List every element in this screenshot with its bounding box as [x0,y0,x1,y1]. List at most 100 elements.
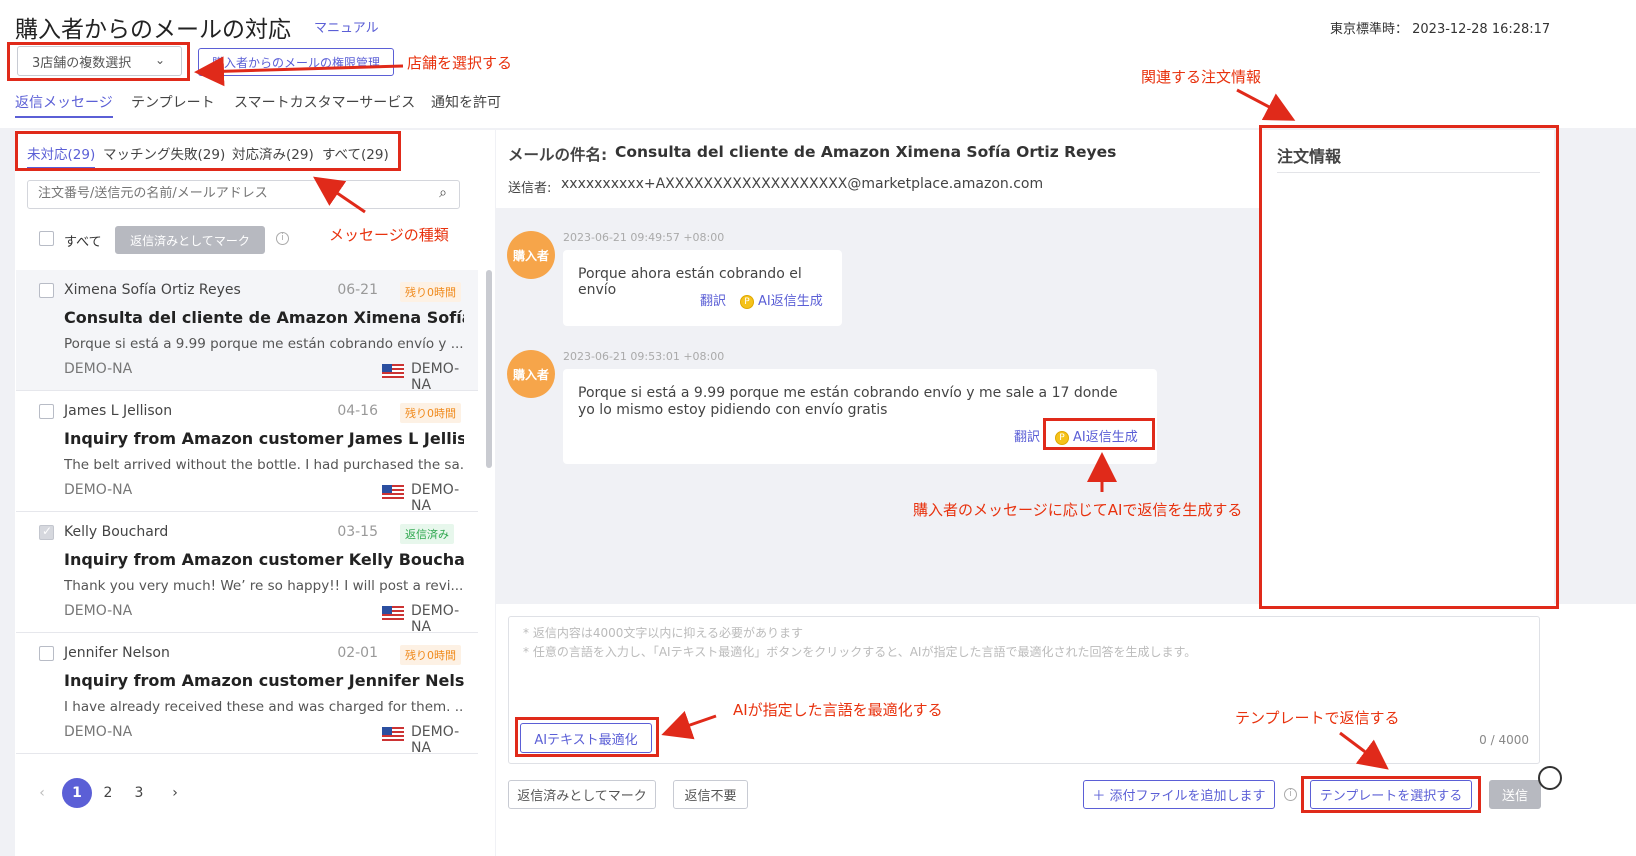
store-select[interactable]: 3店舗の複数選択 ⌄ [17,46,182,76]
list-item[interactable]: Kelly Bouchard 03-15 返信済み Inquiry from A… [16,512,478,635]
coin-icon: P [740,294,754,309]
translate-link[interactable]: 翻訳 [700,290,726,309]
chevron-down-icon: ⌄ [154,53,165,67]
item-store: DEMO-NA [64,482,133,498]
item-sender: Jennifer Nelson [64,645,170,661]
item-subject: Inquiry from Amazon customer Kelly Bouch… [64,550,464,569]
reply-hint-limit: * 返信内容は4000文字以内に抑える必要があります [523,626,803,640]
annotation-related-order: 関連する注文情報 [1141,68,1262,86]
info-icon[interactable]: i [1284,788,1297,801]
ai-optimize-button[interactable]: AIテキスト最適化 [520,723,652,753]
annotation-store-select: 店舗を選択する [407,54,513,72]
annotation-message-types: メッセージの種類 [329,226,449,244]
filter-all[interactable]: すべて(29) [322,143,389,163]
ai-reply-label: AI返信生成 [758,294,823,309]
item-preview: The belt arrived without the bottle. I h… [64,457,464,473]
item-subject: Consulta del cliente de Amazon Ximena So… [64,308,464,327]
tab-reply-messages[interactable]: 返信メッセージ [15,92,113,118]
tab-smart-cs[interactable]: スマートカスタマーサービス [234,92,415,112]
us-flag-icon [382,606,404,620]
list-scrollbar[interactable] [486,270,492,468]
pagination-next[interactable]: › [160,778,190,808]
status-badge: 残り0時間 [400,282,461,302]
avatar: 購入者 [507,231,555,279]
message-time: 2023-06-21 09:53:01 +08:00 [563,350,725,363]
status-badge: 残り0時間 [400,645,461,665]
item-region: DEMO-NA [411,603,460,635]
item-preview: Porque si está a 9.99 porque me están co… [64,336,464,352]
list-item[interactable]: Ximena Sofía Ortiz Reyes 06-21 残り0時間 Con… [16,270,478,393]
pagination-page-3[interactable]: 3 [124,778,154,808]
filter-match-failed[interactable]: マッチング失敗(29) [103,143,225,163]
manual-link[interactable]: マニュアル [314,17,379,36]
search-input[interactable] [38,186,418,201]
coin-icon: P [1055,430,1069,445]
item-date: 06-21 [337,282,378,298]
annotation-ai-generate: 購入者のメッセージに応じてAIで返信を生成する [913,501,1243,519]
send-button[interactable]: 送信 [1489,780,1541,809]
no-reply-button[interactable]: 返信不要 [673,780,748,809]
item-region: DEMO-NA [411,361,460,393]
annotation-ai-optimize: AIが指定した言語を最適化する [733,701,943,719]
char-counter: 0 / 4000 [1479,733,1529,747]
item-date: 03-15 [337,524,378,540]
item-region: DEMO-NA [411,724,460,756]
tab-templates[interactable]: テンプレート [131,92,215,112]
message-bubble: Porque si está a 9.99 porque me están co… [563,369,1157,464]
ai-reply-link[interactable]: P AI返信生成 [1055,426,1138,445]
status-badge: 残り0時間 [400,403,461,423]
item-date: 02-01 [337,645,378,661]
pagination-page-2[interactable]: 2 [93,778,123,808]
divider [1277,172,1540,173]
item-store: DEMO-NA [64,724,133,740]
item-checkbox[interactable] [39,404,54,419]
mail-subject: Consulta del cliente de Amazon Ximena So… [615,143,1117,161]
item-region: DEMO-NA [411,482,460,514]
item-preview: I have already received these and was ch… [64,699,464,715]
item-preview: Thank you very much! We’ re so happy!! I… [64,578,464,594]
item-checkbox[interactable] [39,646,54,661]
select-all-checkbox[interactable] [39,231,54,246]
ai-reply-link[interactable]: P AI返信生成 [740,290,823,309]
pagination-page-1[interactable]: 1 [62,778,92,808]
select-template-button[interactable]: テンプレートを選択する [1310,780,1472,809]
us-flag-icon [382,727,404,741]
annotation-template-reply: テンプレートで返信する [1235,709,1400,727]
us-flag-icon [382,485,404,499]
permission-button[interactable]: 購入者からのメールの権限管理 [198,48,394,76]
store-select-value: 3店舗の複数選択 [32,55,132,71]
message-text: Porque si está a 9.99 porque me están co… [578,385,1118,418]
message-bubble: Porque ahora están cobrando el envío 翻訳 … [563,250,842,326]
search-icon[interactable]: ⌕ [439,185,447,201]
filter-handled[interactable]: 対応済み(29) [232,143,314,163]
order-info-panel [1262,130,1554,604]
pagination-prev[interactable]: ‹ [27,778,57,808]
attach-file-button[interactable]: ＋ 添付ファイルを追加します [1083,780,1275,809]
tab-notifications[interactable]: 通知を許可 [431,92,501,112]
item-sender: Kelly Bouchard [64,524,169,540]
item-subject: Inquiry from Amazon customer Jennifer Ne… [64,671,464,690]
headset-icon[interactable] [1538,766,1562,790]
item-sender: James L Jellison [64,403,173,419]
search-box: ⌕ [27,180,460,209]
mark-replied-bulk-button[interactable]: 返信済みとしてマーク [115,226,265,254]
mark-replied-button[interactable]: 返信済みとしてマーク [508,780,656,809]
item-date: 04-16 [337,403,378,419]
item-store: DEMO-NA [64,603,133,619]
filter-unhandled[interactable]: 未対応(29) [27,143,96,169]
item-subject: Inquiry from Amazon customer James L Jel… [64,429,464,448]
item-checkbox[interactable] [39,283,54,298]
list-item[interactable]: Jennifer Nelson 02-01 残り0時間 Inquiry from… [16,633,478,756]
list-item[interactable]: James L Jellison 04-16 残り0時間 Inquiry fro… [16,391,478,514]
mail-header-panel [496,130,1261,208]
item-checkbox[interactable] [39,524,54,540]
ai-reply-label: AI返信生成 [1073,430,1138,445]
page-title: 購入者からのメールの対応 [15,17,291,43]
translate-link[interactable]: 翻訳 [1014,426,1040,445]
item-store: DEMO-NA [64,361,133,377]
order-info-title: 注文情報 [1277,147,1342,166]
item-sender: Ximena Sofía Ortiz Reyes [64,282,241,298]
status-badge: 返信済み [400,524,454,544]
reply-textarea[interactable]: * 返信内容は4000文字以内に抑える必要があります * 任意の言語を入力し、「… [508,616,1540,764]
info-icon[interactable]: i [276,232,289,245]
